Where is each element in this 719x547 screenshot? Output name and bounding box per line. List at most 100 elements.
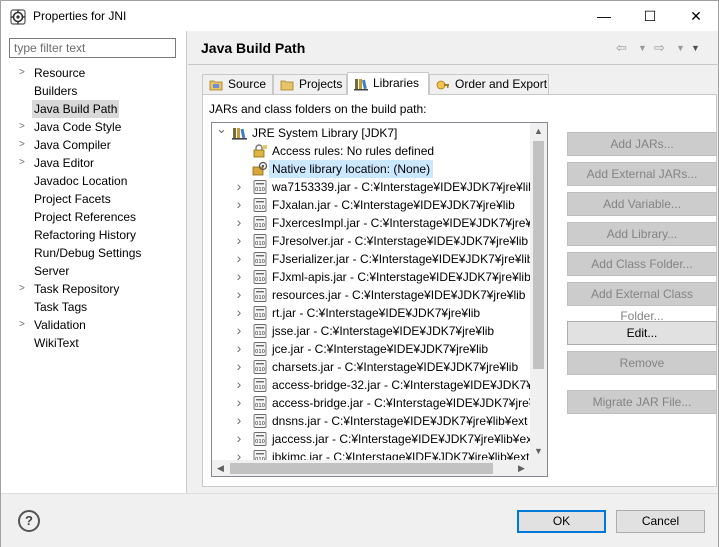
tree-row-label: jce.jar - C:¥Interstage¥IDE¥JDK7¥jre¥lib bbox=[272, 342, 489, 356]
sidebar-item-project-facets[interactable]: Project Facets bbox=[1, 190, 187, 208]
collapse-chevron-icon[interactable]: ⌄ bbox=[216, 124, 227, 138]
expand-chevron-icon[interactable]: › bbox=[234, 303, 244, 321]
add-library-button[interactable]: Add Library... bbox=[567, 222, 717, 246]
tree-row-jar[interactable]: › 010 jaccess.jar - C:¥Interstage¥IDE¥JDK7… bbox=[212, 430, 530, 448]
back-arrow-icon[interactable]: ⇦ bbox=[616, 40, 627, 56]
tree-row-jar[interactable]: › 010 jsse.jar - C:¥Interstage¥IDE¥JDK7¥jr… bbox=[212, 322, 530, 340]
tree-row-jar[interactable]: › 010 FJxml-apis.jar - C:¥Interstage¥IDE¥J… bbox=[212, 268, 530, 286]
forward-arrow-icon[interactable]: ⇨ bbox=[654, 40, 665, 56]
sidebar-item-label: Java Compiler bbox=[34, 138, 111, 152]
help-icon[interactable]: ? bbox=[18, 510, 40, 532]
forward-menu-chevron-icon[interactable]: ▼ bbox=[676, 43, 685, 53]
sidebar-item-validation[interactable]: > Validation bbox=[1, 316, 187, 334]
sidebar-item-java-build-path[interactable]: Java Build Path bbox=[1, 100, 187, 118]
expand-chevron-icon[interactable]: > bbox=[19, 280, 29, 298]
back-menu-chevron-icon[interactable]: ▼ bbox=[638, 43, 647, 53]
expand-chevron-icon[interactable]: › bbox=[234, 285, 244, 303]
tree-row-jar[interactable]: › 010 jce.jar - C:¥Interstage¥IDE¥JDK7¥jre… bbox=[212, 340, 530, 358]
expand-chevron-icon[interactable]: › bbox=[234, 249, 244, 267]
scroll-left-arrow-icon[interactable]: ◀ bbox=[212, 460, 229, 476]
expand-chevron-icon[interactable]: › bbox=[234, 357, 244, 375]
expand-chevron-icon[interactable]: > bbox=[19, 118, 29, 136]
add-jars-button[interactable]: Add JARs... bbox=[567, 132, 717, 156]
tree-row-jar[interactable]: › 010 jbkimc.jar - C:¥Interstage¥IDE¥JDK7¥… bbox=[212, 448, 530, 460]
sidebar-item-java-compiler[interactable]: > Java Compiler bbox=[1, 136, 187, 154]
scroll-up-arrow-icon[interactable]: ▲ bbox=[530, 123, 547, 140]
expand-chevron-icon[interactable]: › bbox=[234, 393, 244, 411]
tree-row-jar[interactable]: › 010 access-bridge.jar - C:¥Interstage¥ID… bbox=[212, 394, 530, 412]
tree-row-jar[interactable]: › 010 rt.jar - C:¥Interstage¥IDE¥JDK7¥jre¥… bbox=[212, 304, 530, 322]
sidebar-item-java-editor[interactable]: > Java Editor bbox=[1, 154, 187, 172]
sidebar-item-server[interactable]: Server bbox=[1, 262, 187, 280]
tree-row-jar[interactable]: › 010 dnsns.jar - C:¥Interstage¥IDE¥JDK7¥j… bbox=[212, 412, 530, 430]
expand-chevron-icon[interactable]: › bbox=[234, 411, 244, 429]
tree-row-container[interactable]: ⌄ JRE System Library [JDK7] bbox=[212, 124, 530, 142]
expand-chevron-icon[interactable]: › bbox=[234, 267, 244, 285]
remove-button[interactable]: Remove bbox=[567, 351, 717, 375]
sidebar-item-java-code-style[interactable]: > Java Code Style bbox=[1, 118, 187, 136]
tree-row-jar[interactable]: › 010 resources.jar - C:¥Interstage¥IDE¥JD… bbox=[212, 286, 530, 304]
tree-row-label: rt.jar - C:¥Interstage¥IDE¥JDK7¥jre¥lib bbox=[272, 306, 481, 320]
tree-row-jar[interactable]: › 010 FJxercesImpl.jar - C:¥Interstage¥IDE… bbox=[212, 214, 530, 232]
tree-row-attribute[interactable]: Access rules: No rules defined bbox=[212, 142, 530, 160]
sidebar-item-wikitext[interactable]: WikiText bbox=[1, 334, 187, 352]
filter-input[interactable] bbox=[9, 38, 176, 58]
close-button[interactable]: ✕ bbox=[673, 1, 719, 32]
sidebar-item-task-tags[interactable]: Task Tags bbox=[1, 298, 187, 316]
sidebar-item-javadoc-location[interactable]: Javadoc Location bbox=[1, 172, 187, 190]
build-path-tree[interactable]: ⌄ JRE System Library [JDK7] Access rules: … bbox=[211, 122, 548, 477]
expand-chevron-icon[interactable]: › bbox=[234, 321, 244, 339]
svg-text:010: 010 bbox=[255, 241, 265, 247]
expand-chevron-icon[interactable]: › bbox=[234, 213, 244, 231]
tree-row-jar[interactable]: › 010 access-bridge-32.jar - C:¥Interstage… bbox=[212, 376, 530, 394]
tab-source[interactable]: Source bbox=[202, 74, 273, 94]
sidebar-item-label: Task Repository bbox=[34, 282, 120, 296]
expand-chevron-icon[interactable]: > bbox=[19, 136, 29, 154]
tree-row-jar[interactable]: › 010 FJresolver.jar - C:¥Interstage¥IDE¥J… bbox=[212, 232, 530, 250]
source-folder-icon bbox=[209, 78, 223, 92]
cancel-button[interactable]: Cancel bbox=[616, 510, 705, 533]
sidebar-item-task-repository[interactable]: > Task Repository bbox=[1, 280, 187, 298]
sidebar-item-resource[interactable]: > Resource bbox=[1, 64, 187, 82]
expand-chevron-icon[interactable]: > bbox=[19, 316, 29, 334]
expand-chevron-icon[interactable]: › bbox=[234, 339, 244, 357]
view-menu-icon[interactable]: ▼ bbox=[691, 43, 700, 53]
expand-chevron-icon[interactable]: › bbox=[234, 447, 244, 460]
migrate-jar-file-button[interactable]: Migrate JAR File... bbox=[567, 390, 717, 414]
edit-button[interactable]: Edit... bbox=[567, 321, 717, 345]
tree-row-jar[interactable]: › 010 wa7153339.jar - C:¥Interstage¥IDE¥JD… bbox=[212, 178, 530, 196]
tree-row-label: Access rules: No rules defined bbox=[272, 144, 435, 158]
vertical-scrollbar[interactable]: ▲ ▼ bbox=[530, 123, 547, 460]
add-external-jars-button[interactable]: Add External JARs... bbox=[567, 162, 717, 186]
sidebar-item-refactoring-history[interactable]: Refactoring History bbox=[1, 226, 187, 244]
maximize-button[interactable]: ☐ bbox=[627, 1, 673, 32]
expand-chevron-icon[interactable]: › bbox=[234, 195, 244, 213]
expand-chevron-icon[interactable]: > bbox=[19, 154, 29, 172]
tree-row-jar[interactable]: › 010 charsets.jar - C:¥Interstage¥IDE¥JDK… bbox=[212, 358, 530, 376]
tree-row-jar[interactable]: › 010 FJxalan.jar - C:¥Interstage¥IDE¥JDK7… bbox=[212, 196, 530, 214]
scroll-down-arrow-icon[interactable]: ▼ bbox=[530, 443, 547, 460]
tree-row-label: Native library location: (None) bbox=[269, 160, 434, 178]
vertical-scroll-thumb[interactable] bbox=[533, 141, 544, 369]
add-variable-button[interactable]: Add Variable... bbox=[567, 192, 717, 216]
scroll-right-arrow-icon[interactable]: ▶ bbox=[513, 460, 530, 476]
sidebar-item-run-debug-settings[interactable]: Run/Debug Settings bbox=[1, 244, 187, 262]
add-class-folder-button[interactable]: Add Class Folder... bbox=[567, 252, 717, 276]
expand-chevron-icon[interactable]: > bbox=[19, 64, 29, 82]
expand-chevron-icon[interactable]: › bbox=[234, 429, 244, 447]
ok-button[interactable]: OK bbox=[517, 510, 606, 533]
tab-order-and-export[interactable]: Order and Export bbox=[429, 74, 549, 94]
add-external-class-folder-button[interactable]: Add External Class Folder... bbox=[567, 282, 717, 323]
tree-row-jar[interactable]: › 010 FJserializer.jar - C:¥Interstage¥IDE… bbox=[212, 250, 530, 268]
expand-chevron-icon[interactable]: › bbox=[234, 177, 244, 195]
sidebar-item-project-references[interactable]: Project References bbox=[1, 208, 187, 226]
tree-row-attribute[interactable]: Native library location: (None) bbox=[212, 160, 530, 178]
tab-libraries[interactable]: Libraries bbox=[347, 72, 429, 95]
minimize-button[interactable]: — bbox=[581, 1, 627, 32]
horizontal-scroll-thumb[interactable] bbox=[230, 463, 493, 474]
expand-chevron-icon[interactable]: › bbox=[234, 375, 244, 393]
horizontal-scrollbar[interactable]: ◀ ▶ bbox=[212, 460, 530, 476]
expand-chevron-icon[interactable]: › bbox=[234, 231, 244, 249]
tab-projects[interactable]: Projects bbox=[273, 74, 347, 94]
sidebar-item-builders[interactable]: Builders bbox=[1, 82, 187, 100]
